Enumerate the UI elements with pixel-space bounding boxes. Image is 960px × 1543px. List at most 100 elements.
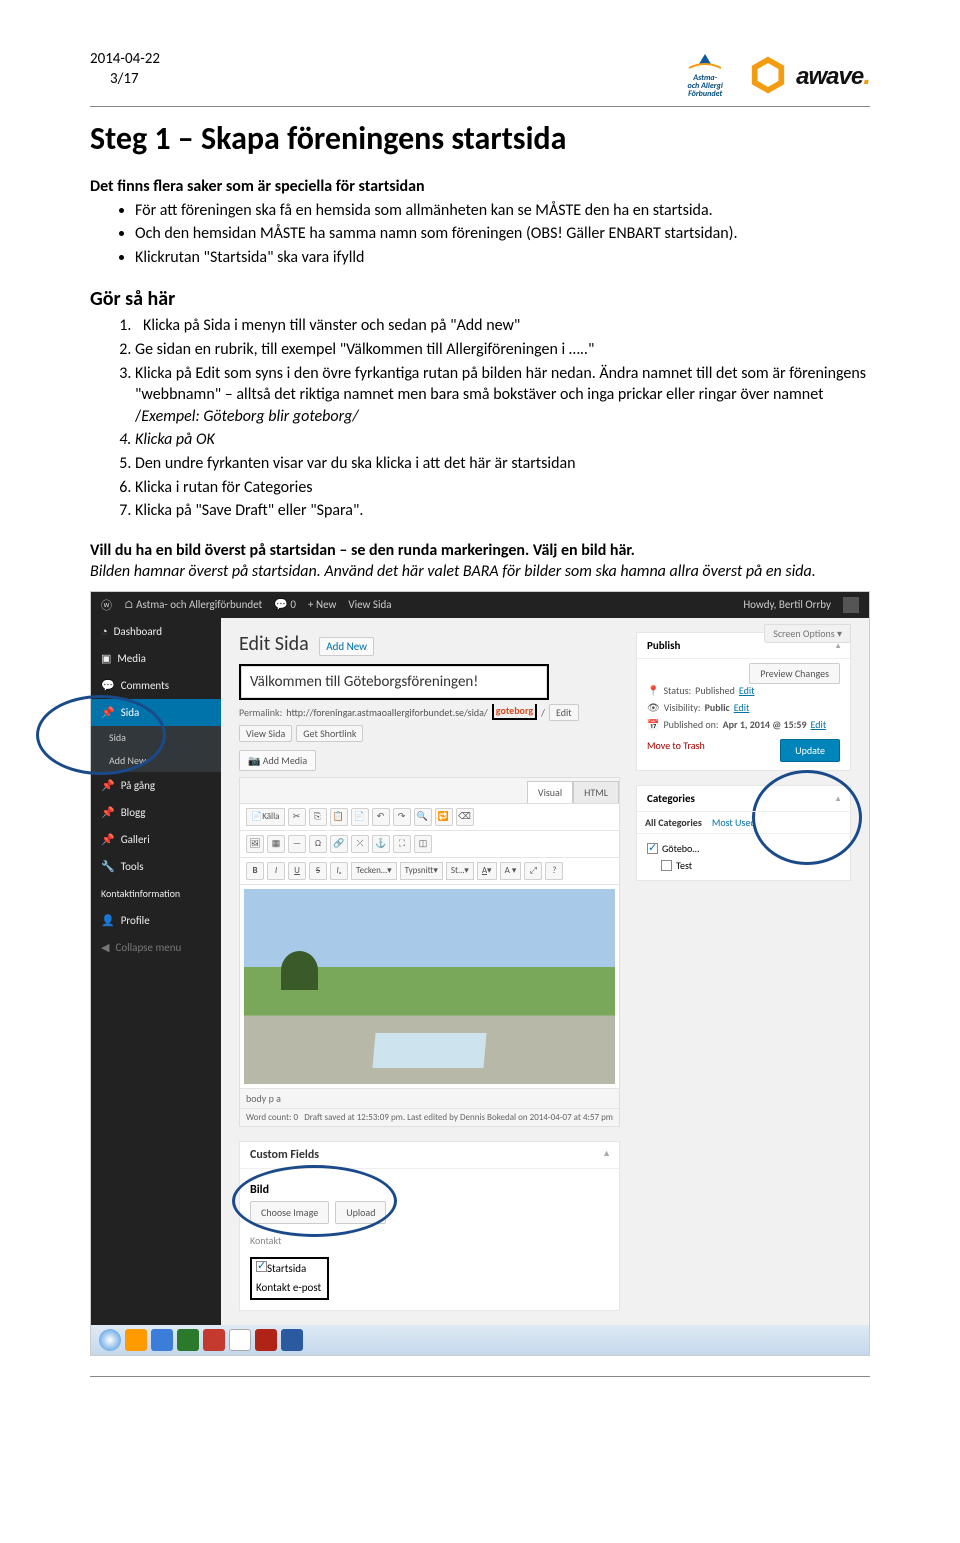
tb-expand-icon[interactable]: ⛶ [393, 835, 411, 853]
tb-italic-icon[interactable]: I [267, 862, 285, 880]
start-button-icon[interactable] [99, 1329, 121, 1351]
sidebar-sida-sub[interactable]: Sida [91, 726, 221, 749]
permalink-edit-button[interactable]: Edit [549, 704, 579, 721]
collapse-icon[interactable]: ▲ [602, 1148, 611, 1159]
wp-view-link[interactable]: View Sida [348, 598, 391, 611]
sidebar-media[interactable]: ▣Media [91, 645, 221, 672]
publish-heading[interactable]: Publish▲ [637, 633, 850, 659]
taskbar-app-icon[interactable] [281, 1329, 303, 1351]
tb-redo-icon[interactable]: ↷ [393, 808, 411, 826]
add-new-button[interactable]: Add New [319, 637, 374, 656]
page-title: Steg 1 – Skapa föreningens startsida [90, 119, 870, 158]
gor-heading: Gör så här [90, 286, 870, 313]
upload-button[interactable]: Upload [335, 1201, 386, 1224]
tb-replace-icon[interactable]: 🔁 [435, 808, 453, 826]
collapse-icon[interactable]: ▲ [834, 794, 842, 804]
tb-hr-icon[interactable]: — [288, 835, 306, 853]
tb-bgcolor-select[interactable]: A ▾ [500, 862, 522, 880]
wp-new-link[interactable]: + New [308, 598, 336, 611]
collapse-icon[interactable]: ▲ [834, 641, 842, 651]
sidebar-blogg[interactable]: 📌Blogg [91, 799, 221, 826]
tb-find-icon[interactable]: 🔍 [414, 808, 432, 826]
wp-home-icon[interactable]: ⌂ Astma- och Allergiförbundet [124, 598, 262, 611]
header-date: 2014-04-22 [90, 50, 160, 70]
bullet-item: För att föreningen ska få en hemsida som… [135, 200, 870, 222]
tb-char-icon[interactable]: Ω [309, 835, 327, 853]
tb-copy-icon[interactable]: ⎘ [309, 808, 327, 826]
tb-table-icon[interactable]: ▦ [267, 835, 285, 853]
update-button[interactable]: Update [780, 739, 840, 762]
media-icon: ▣ [101, 652, 111, 665]
pin-icon: 📌 [101, 779, 115, 792]
tb-typsnitt-select[interactable]: Typsnitt ▾ [400, 862, 443, 880]
tb-underline-icon[interactable]: U [288, 862, 306, 880]
categories-heading[interactable]: Categories▲ [637, 786, 850, 812]
tb-help-icon[interactable]: ? [545, 862, 563, 880]
tb-anchor-icon[interactable]: ⚓ [372, 835, 390, 853]
tb-strike-icon[interactable]: S [309, 862, 327, 880]
taskbar-app-icon[interactable] [177, 1329, 199, 1351]
tb-st-select[interactable]: St… ▾ [446, 862, 474, 880]
tb-kalla[interactable]: 📄 Källa [246, 808, 285, 826]
sidebar-galleri[interactable]: 📌Galleri [91, 826, 221, 853]
step-item: Klicka på Edit som syns i den övre fyrka… [135, 363, 870, 428]
preview-changes-button[interactable]: Preview Changes [749, 663, 840, 684]
taskbar-app-icon[interactable] [229, 1329, 251, 1351]
sidebar-profile[interactable]: 👤Profile [91, 907, 221, 934]
category-checkbox[interactable] [661, 860, 672, 871]
taskbar-app-icon[interactable] [125, 1329, 147, 1351]
tb-tecken-select[interactable]: Tecken… ▾ [351, 862, 397, 880]
tb-bold-icon[interactable]: B [246, 862, 264, 880]
wp-comments-icon[interactable]: 💬 0 [274, 598, 296, 611]
tb-cut-icon[interactable]: ✂ [288, 808, 306, 826]
taskbar-app-icon[interactable] [151, 1329, 173, 1351]
editor-tab-visual[interactable]: Visual [527, 781, 573, 803]
tb-remove-format-icon[interactable]: Iₓ [330, 862, 348, 880]
slug-editable[interactable]: goteborg [492, 704, 537, 720]
pin-icon: 📌 [101, 706, 115, 719]
sidebar-comments[interactable]: 💬Comments [91, 672, 221, 699]
view-sida-button[interactable]: View Sida [239, 725, 292, 742]
step-item: Den undre fyrkanten visar var du ska kli… [135, 453, 870, 475]
categories-box: Categories▲ All Categories Most Used Göt… [636, 785, 851, 881]
tb-unlink-icon[interactable]: ⤫ [351, 835, 369, 853]
taskbar-app-icon[interactable] [255, 1329, 277, 1351]
tb-eraser-icon[interactable]: ⌫ [456, 808, 474, 826]
category-checkbox[interactable] [647, 843, 658, 854]
tb-textcolor-select[interactable]: A ▾ [477, 862, 497, 880]
tb-maximize-icon[interactable]: ⤢ [524, 862, 542, 880]
tb-image-icon[interactable]: 🖼 [246, 835, 264, 853]
custom-fields-heading[interactable]: Custom Fields▲ [240, 1142, 619, 1169]
tb-link-icon[interactable]: 🔗 [330, 835, 348, 853]
wp-howdy[interactable]: Howdy, Bertil Orrby [743, 598, 831, 611]
editor-tab-html[interactable]: HTML [573, 781, 619, 803]
sidebar-collapse[interactable]: ◀Collapse menu [91, 934, 221, 961]
sidebar-dashboard[interactable]: ◔Dashboard [91, 618, 221, 645]
sidebar-sida[interactable]: 📌Sida [91, 699, 221, 726]
tb-paste-word-icon[interactable]: 📄 [351, 808, 369, 826]
header-page: 3/17 [90, 70, 160, 90]
editor-content-image[interactable] [244, 889, 615, 1084]
sidebar-addnew-sub[interactable]: Add New [91, 749, 221, 772]
visibility-edit-link[interactable]: Edit [734, 701, 750, 714]
avatar-icon[interactable] [843, 597, 859, 613]
cat-tab-all[interactable]: All Categories [645, 816, 702, 829]
post-title-input[interactable]: Välkommen till Göteborgsföreningen! [241, 666, 547, 698]
wp-logo-icon[interactable]: ⓦ [101, 597, 112, 613]
add-media-button[interactable]: 📷 Add Media [239, 750, 316, 771]
get-shortlink-button[interactable]: Get Shortlink [296, 725, 363, 742]
tb-blocks-icon[interactable]: ◫ [414, 835, 432, 853]
published-edit-link[interactable]: Edit [811, 718, 827, 731]
tb-undo-icon[interactable]: ↶ [372, 808, 390, 826]
status-edit-link[interactable]: Edit [739, 684, 755, 697]
move-to-trash-link[interactable]: Move to Trash [647, 739, 705, 752]
tb-paste-icon[interactable]: 📋 [330, 808, 348, 826]
editor-toolbar-2: 🖼 ▦ — Ω 🔗 ⤫ ⚓ ⛶ ◫ [240, 831, 619, 858]
sidebar-tools[interactable]: 🔧Tools [91, 853, 221, 880]
choose-image-button[interactable]: Choose Image [250, 1201, 329, 1224]
taskbar-app-icon[interactable] [203, 1329, 225, 1351]
sidebar-pagang[interactable]: 📌På gång [91, 772, 221, 799]
cat-tab-most-used[interactable]: Most Used [712, 816, 756, 829]
startsida-checkbox[interactable] [256, 1261, 267, 1272]
sidebar-kontakt[interactable]: Kontaktinformation [91, 880, 221, 907]
